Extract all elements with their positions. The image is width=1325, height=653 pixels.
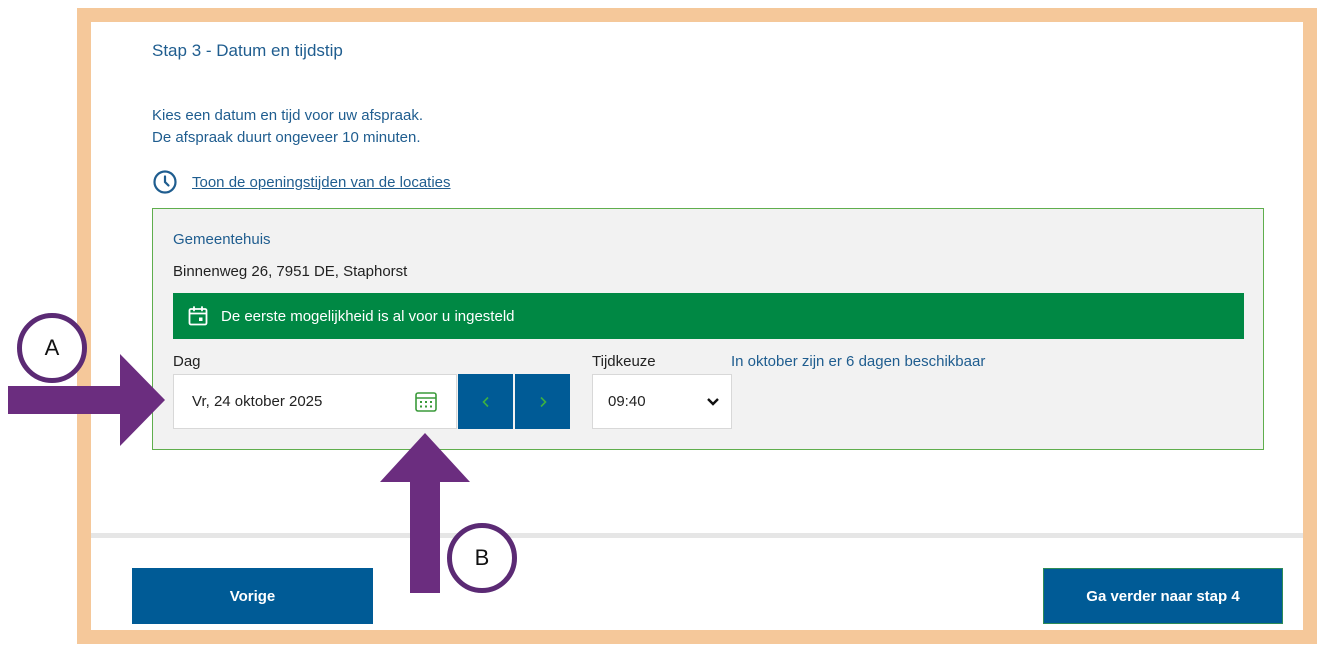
annotation-arrows bbox=[8, 354, 470, 593]
annotation-label-b: B bbox=[447, 523, 517, 593]
annotation-label-a: A bbox=[17, 313, 87, 383]
